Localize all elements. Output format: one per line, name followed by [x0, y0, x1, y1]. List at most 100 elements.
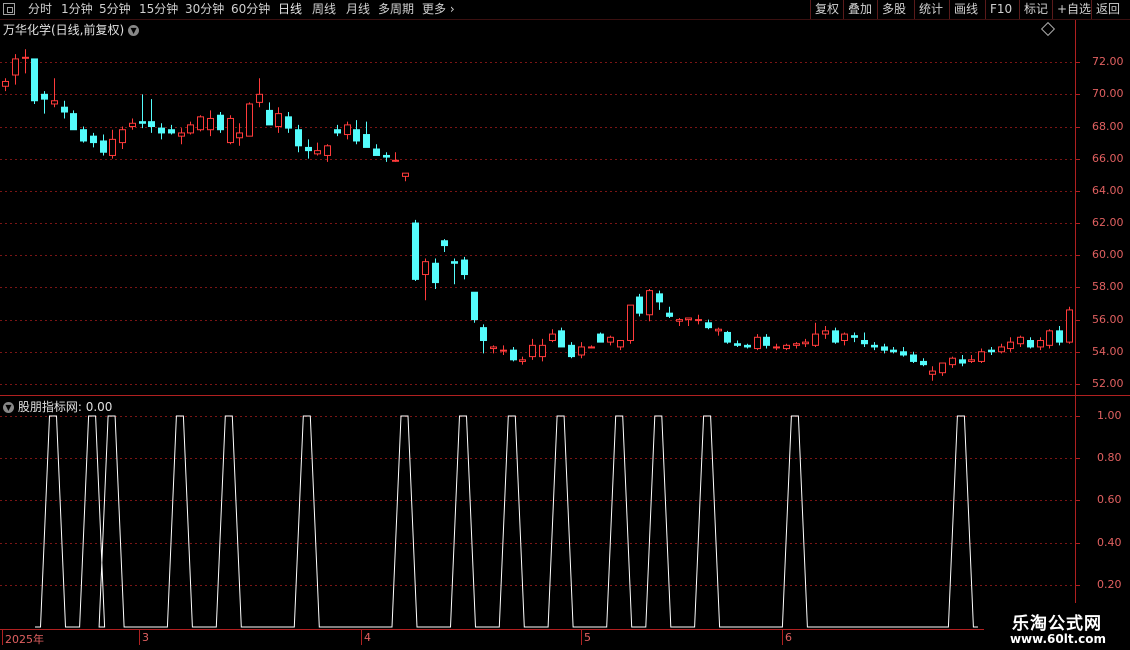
candle-body-up	[402, 172, 409, 177]
candle-body-up	[22, 56, 29, 59]
candle-body-up	[51, 100, 58, 105]
indicator-tick-label: 1.00	[1097, 408, 1122, 422]
candle-body-up	[607, 336, 614, 343]
candle-body-up	[695, 319, 702, 322]
candle-body-down	[724, 331, 731, 343]
candle-body-down	[871, 344, 878, 348]
candle-body-down	[636, 296, 643, 314]
candle-body-up	[1046, 330, 1053, 346]
price-tick-label: 62.00	[1092, 215, 1124, 229]
candle-body-up	[207, 117, 214, 131]
candle-body-down	[305, 146, 312, 152]
candle-body-up	[500, 349, 507, 352]
candle-body-up	[12, 58, 19, 76]
candle-body-up	[227, 117, 234, 144]
candle-body-down	[705, 322, 712, 329]
candle-body-up	[588, 346, 595, 349]
indicator-tick-label: 0.60	[1097, 492, 1122, 506]
candle-body-up	[617, 340, 624, 348]
candle-body-up	[539, 344, 546, 358]
candle-body-up	[314, 150, 321, 155]
candle-body-up	[841, 333, 848, 342]
candle-body-down	[295, 129, 302, 147]
candle-body-down	[1027, 340, 1034, 348]
candle-body-up	[998, 346, 1005, 353]
chart-canvas[interactable]	[0, 0, 1130, 650]
candle-body-down	[441, 240, 448, 247]
candle-body-down	[373, 148, 380, 156]
candle-body-up	[275, 113, 282, 128]
candle-body-down	[217, 114, 224, 131]
candle-body-down	[861, 340, 868, 345]
price-tick-label: 66.00	[1092, 151, 1124, 165]
candle-body-down	[851, 335, 858, 338]
candle-body-up	[929, 370, 936, 375]
candle-body-down	[597, 333, 604, 343]
candle-body-up	[236, 132, 243, 139]
price-tick-label: 72.00	[1092, 54, 1124, 68]
indicator-line	[35, 415, 978, 628]
candle-body-up	[1037, 340, 1044, 348]
candle-body-up	[119, 129, 126, 144]
candle-body-up	[2, 80, 9, 87]
candle-body-up	[256, 93, 263, 103]
candle-body-up	[197, 116, 204, 131]
price-tick-label: 68.00	[1092, 119, 1124, 133]
candle-body-down	[158, 127, 165, 134]
candle-body-down	[480, 327, 487, 342]
indicator-tick-label: 0.40	[1097, 535, 1122, 549]
candle-body-down	[70, 113, 77, 131]
candle-body-down	[763, 336, 770, 346]
candle-body-down	[461, 259, 468, 276]
candle-body-up	[793, 343, 800, 346]
candle-body-down	[334, 129, 341, 134]
watermark-url: www.60lt.com	[1009, 632, 1106, 646]
candle-body-down	[910, 354, 917, 362]
candle-body-down	[353, 129, 360, 142]
candle-body-up	[676, 319, 683, 322]
candle-body-down	[266, 109, 273, 126]
candle-body-up	[129, 122, 136, 127]
candle-body-down	[412, 222, 419, 280]
candle-body-down	[31, 58, 38, 102]
candle-body-down	[988, 349, 995, 353]
candle-body-down	[510, 349, 517, 361]
candle-body-up	[783, 344, 790, 350]
candle-body-up	[246, 103, 253, 137]
candle-body-down	[168, 129, 175, 134]
candle-body-up	[529, 344, 536, 358]
price-tick-label: 58.00	[1092, 279, 1124, 293]
candle-body-up	[1066, 309, 1073, 343]
candle-body-down	[148, 121, 155, 128]
candle-body-up	[1007, 341, 1014, 350]
candle-body-up	[324, 145, 331, 156]
candle-body-up	[685, 317, 692, 321]
candle-body-down	[90, 135, 97, 144]
candle-body-up	[392, 159, 399, 162]
price-tick-label: 70.00	[1092, 86, 1124, 100]
candle-body-down	[734, 343, 741, 346]
date-tick-label: 3	[142, 631, 149, 644]
price-tick-label: 56.00	[1092, 312, 1124, 326]
candle-body-up	[490, 346, 497, 350]
candle-body-down	[900, 351, 907, 356]
candle-body-down	[139, 121, 146, 124]
candle-body-up	[754, 336, 761, 350]
candle-body-up	[578, 346, 585, 356]
candle-body-down	[881, 346, 888, 351]
date-tick-label: 5	[584, 631, 591, 644]
candle-body-down	[890, 349, 897, 353]
candle-body-up	[822, 330, 829, 335]
candle-body-up	[1017, 336, 1024, 345]
indicator-tick-label: 0.20	[1097, 577, 1122, 591]
candle-body-up	[773, 346, 780, 349]
candle-body-up	[968, 359, 975, 362]
candle-body-up	[715, 328, 722, 332]
candle-body-up	[344, 124, 351, 136]
candle-body-down	[451, 261, 458, 264]
candle-body-down	[41, 93, 48, 100]
date-tick-label: 2025年	[5, 633, 44, 646]
candle-body-up	[187, 124, 194, 134]
candle-body-down	[61, 106, 68, 113]
candle-body-up	[802, 341, 809, 345]
